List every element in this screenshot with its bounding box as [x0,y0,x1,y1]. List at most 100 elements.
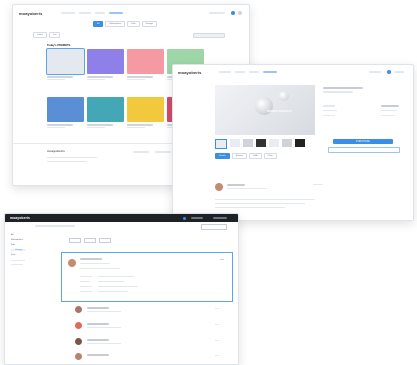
item-title [87,339,109,341]
wishlist-button[interactable] [328,147,400,153]
thumbnail-item[interactable] [256,139,266,147]
tab[interactable] [69,238,81,243]
sidebar-item[interactable] [11,260,25,262]
brand-logo[interactable]: moayoberis [19,11,42,16]
tab-details[interactable]: Details [215,153,230,159]
user-avatar[interactable] [75,306,82,313]
sidebar-item-vintage[interactable]: Vintage [11,249,27,251]
filter-view[interactable]: List [48,32,61,38]
product-meta-bar [87,127,105,129]
header-menu[interactable] [209,12,225,14]
thumbnail-item[interactable] [295,139,305,147]
item-title [87,354,109,356]
header-label[interactable] [394,71,404,73]
header-menu[interactable] [369,71,381,73]
product-card[interactable] [127,49,164,85]
chevron-down-icon[interactable] [215,355,219,357]
chevron-up-icon[interactable] [220,259,224,261]
product-title-bar [47,124,73,126]
footer-link[interactable] [155,151,171,153]
nav-item-active[interactable] [263,71,277,73]
tab-marketplace[interactable]: Marketplace [105,21,126,27]
tab[interactable] [84,238,96,243]
tab-all[interactable]: All [93,21,104,27]
footer-link[interactable] [133,151,149,153]
header-label[interactable] [213,217,227,219]
product-hero-image[interactable]: MONTHLY CHECKLIST [215,85,315,135]
nav-item[interactable] [79,12,91,14]
sidebar-item-free[interactable]: Free [11,254,16,256]
option-label [323,115,335,117]
follow-link[interactable] [313,184,323,186]
product-thumbnail[interactable] [46,48,85,75]
hero-title: MONTHLY CHECKLIST [267,111,292,113]
description-line [215,203,305,205]
dark-header: moayoberis [5,214,238,222]
thumbnail-item[interactable] [243,139,253,147]
user-avatar[interactable] [387,70,391,74]
product-card[interactable] [87,49,124,85]
sidebar-item-marketplace[interactable]: Marketplace [11,239,23,241]
detail-value [98,276,134,278]
expanded-list-item[interactable] [61,252,233,302]
item-title [87,323,109,325]
user-avatar[interactable] [75,322,82,329]
product-card[interactable] [127,97,164,133]
product-thumbnail[interactable] [47,97,84,122]
chevron-down-icon[interactable] [215,340,219,342]
chevron-down-icon[interactable] [215,324,219,326]
product-thumbnail[interactable] [127,97,164,122]
item-meta [80,268,120,270]
tab[interactable] [99,238,111,243]
tab-qna[interactable]: Q&A [248,153,262,159]
product-title-bar [87,124,113,126]
tab-review[interactable]: Review [231,153,247,159]
detail-value [98,281,124,283]
search-input[interactable] [193,33,225,38]
tab-vintage[interactable]: Vintage [141,21,158,27]
nav-item[interactable] [95,12,105,14]
user-avatar[interactable] [68,259,76,267]
purchase-button[interactable]: PURCHASE [333,139,393,144]
chevron-down-icon[interactable] [215,308,219,310]
user-avatar[interactable] [231,11,235,15]
footer-text [47,157,97,159]
thumbnail-item[interactable] [269,139,279,147]
status-icon[interactable] [183,216,186,220]
detail-value [98,286,138,288]
brand-logo[interactable]: moayoberis [178,70,201,75]
detail-tabs: Details Review Q&A Other [215,153,277,159]
nav-item[interactable] [235,71,245,73]
top-nav [219,71,277,73]
dashboard-window: moayoberis All Marketplace Kids Vintage … [4,213,239,365]
nav-item[interactable] [249,71,259,73]
nav-item-active[interactable] [109,12,123,14]
sidebar-item-kids[interactable]: Kids [11,244,15,246]
footer-text [47,161,87,163]
product-thumbnail[interactable] [127,49,164,74]
filter-sort[interactable]: Latest [33,32,47,38]
thumbnail-item[interactable] [215,139,227,149]
user-avatar[interactable] [75,338,82,345]
sidebar-item[interactable] [11,264,23,266]
nav-item[interactable] [219,71,231,73]
menu-icon[interactable] [238,11,242,15]
brand-logo[interactable]: moayoberis [10,216,30,220]
thumbnail-item[interactable] [230,139,240,147]
product-thumbnail[interactable] [87,49,124,74]
seller-avatar[interactable] [215,183,223,191]
tab-kids[interactable]: Kids [127,21,140,27]
product-thumbnail[interactable] [87,97,124,122]
product-card[interactable] [87,97,124,133]
tab-other[interactable]: Other [263,153,277,159]
thumbnail-item[interactable] [282,139,292,147]
footer-logo: moayoberis [47,149,65,153]
header-label[interactable] [191,217,203,219]
toolbar-button[interactable] [201,224,227,230]
product-card[interactable] [46,48,85,85]
product-card[interactable] [47,97,84,133]
user-avatar[interactable] [75,353,82,360]
product-title-bar [87,76,113,78]
sidebar-item-all[interactable]: All [11,234,13,236]
nav-item[interactable] [61,12,75,14]
